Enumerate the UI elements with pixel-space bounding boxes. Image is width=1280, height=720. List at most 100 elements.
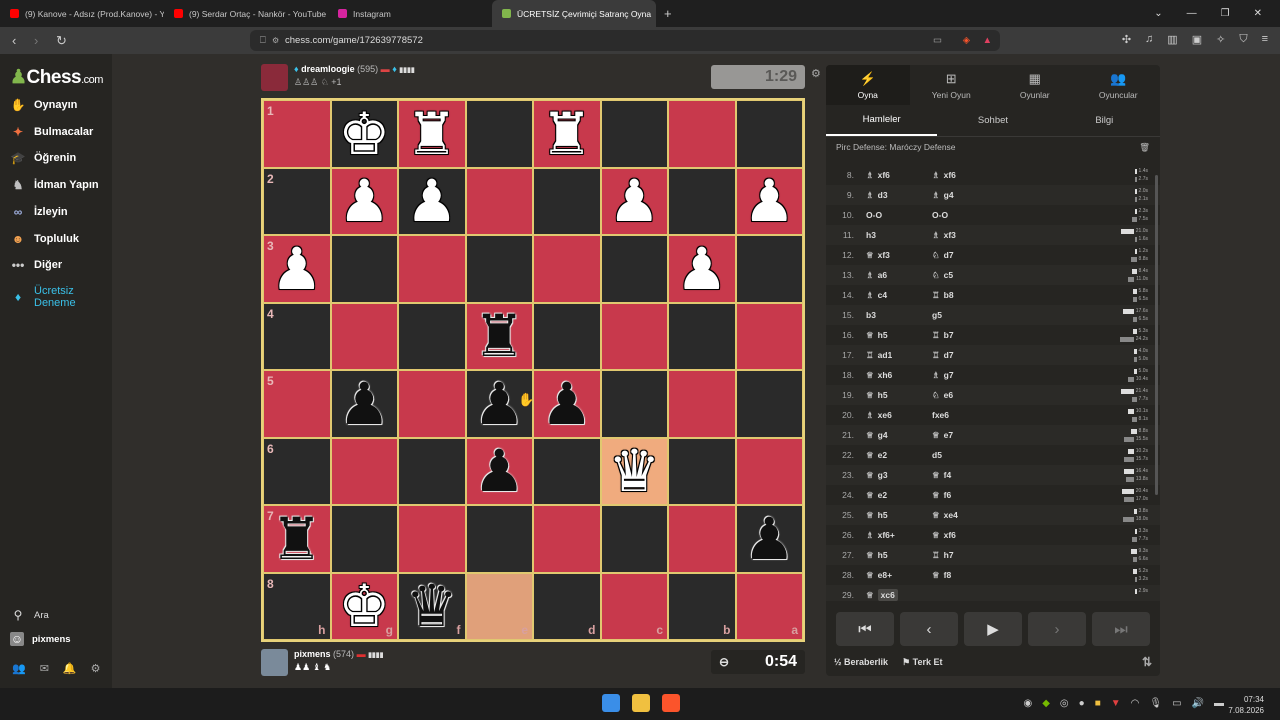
- black-move[interactable]: ♕ xf6: [928, 530, 994, 541]
- black-move[interactable]: ♖ h7: [928, 550, 994, 561]
- white-move[interactable]: ♕ h5: [862, 550, 928, 561]
- white-pawn-icon[interactable]: ♟: [676, 240, 728, 298]
- board-square[interactable]: [600, 370, 668, 438]
- board-square[interactable]: [668, 437, 736, 505]
- music-icon[interactable]: ♫: [1145, 33, 1153, 46]
- black-move[interactable]: ♕ xe4: [928, 510, 994, 521]
- board-square[interactable]: [668, 302, 736, 370]
- black-pawn-icon[interactable]: ♟: [338, 375, 390, 433]
- white-king-icon[interactable]: ♚: [338, 577, 390, 635]
- board-square[interactable]: 7 ♜: [263, 505, 331, 573]
- board-square[interactable]: [600, 100, 668, 168]
- white-move[interactable]: b3: [862, 310, 928, 320]
- white-move[interactable]: ♕ xc6: [862, 588, 928, 601]
- browser-tab[interactable]: Instagram: [328, 0, 492, 27]
- last-move-button[interactable]: ⏭: [1092, 612, 1150, 646]
- tab-search-icon[interactable]: ⌄: [1154, 8, 1162, 19]
- white-pawn-icon[interactable]: ♟: [271, 240, 323, 298]
- black-move[interactable]: d5: [928, 450, 994, 460]
- board-square[interactable]: ♟: [668, 235, 736, 303]
- brave-shield-icon[interactable]: ◈: [963, 35, 970, 46]
- board-square[interactable]: 3 ♟: [263, 235, 331, 303]
- cast-icon[interactable]: ▭: [933, 35, 942, 46]
- white-move[interactable]: ♕ e8+: [862, 570, 928, 581]
- board-square[interactable]: [330, 437, 398, 505]
- black-pawn-icon[interactable]: ♟: [473, 442, 525, 500]
- ai-icon[interactable]: ✧: [1216, 33, 1225, 46]
- panel-tab-2[interactable]: ▦ Oyunlar: [993, 65, 1077, 105]
- sidebar-item-5[interactable]: ☻ Topluluk: [10, 232, 79, 246]
- subtab-2[interactable]: Bilgi: [1049, 105, 1160, 136]
- bookmark-icon[interactable]: ⎕: [260, 35, 266, 46]
- board-square[interactable]: ♟: [533, 370, 601, 438]
- folder-tray-icon[interactable]: ■: [1095, 698, 1101, 709]
- flip-board-icon[interactable]: ⇅: [1142, 655, 1152, 669]
- white-move[interactable]: ♕ h5: [862, 330, 928, 341]
- panel-tab-1[interactable]: ⊞ Yeni Oyun: [910, 65, 994, 105]
- white-move[interactable]: ♕ xf3: [862, 250, 928, 261]
- next-move-button[interactable]: ›: [1028, 612, 1086, 646]
- white-move[interactable]: ♗ xe6: [862, 410, 928, 421]
- black-move[interactable]: ♕ e7: [928, 430, 994, 441]
- white-move[interactable]: ♕ h5: [862, 390, 928, 401]
- friends-icon[interactable]: 👥: [12, 662, 26, 675]
- nvidia-icon[interactable]: ◆: [1042, 698, 1050, 709]
- subtab-0[interactable]: Hamleler: [826, 105, 938, 136]
- play-button[interactable]: ▶: [964, 612, 1022, 646]
- sidebar-item-3[interactable]: ♞ İdman Yapın: [10, 178, 99, 192]
- board-square[interactable]: ♟: [465, 437, 533, 505]
- draw-button[interactable]: ½ Beraberlik: [834, 657, 888, 667]
- board-square[interactable]: [735, 370, 803, 438]
- white-move[interactable]: ♕ g3: [862, 470, 928, 481]
- close-window-icon[interactable]: ✕: [1254, 8, 1262, 19]
- board-square[interactable]: ♛: [600, 437, 668, 505]
- board-square[interactable]: a: [735, 572, 803, 640]
- board-square[interactable]: c: [600, 572, 668, 640]
- board-square[interactable]: [668, 167, 736, 235]
- white-move[interactable]: ♕ h5: [862, 510, 928, 521]
- black-queen-icon[interactable]: ♛: [406, 577, 458, 635]
- white-move[interactable]: ♗ d3: [862, 190, 928, 201]
- black-move[interactable]: ♗ g7: [928, 370, 994, 381]
- panel-tab-3[interactable]: 👥 Oyuncular: [1077, 65, 1161, 105]
- bottom-player-name[interactable]: pixmens: [294, 649, 331, 659]
- back-icon[interactable]: ‹: [12, 33, 22, 48]
- board-square[interactable]: [330, 302, 398, 370]
- browser-tab[interactable]: (9) Serdar Ortaç - Nankör - YouTube: [164, 0, 328, 27]
- first-move-button[interactable]: ⏮: [836, 612, 894, 646]
- sidebar-item-0[interactable]: ✋ Oynayın: [10, 98, 78, 112]
- board-square[interactable]: [735, 437, 803, 505]
- bottom-player-avatar[interactable]: [261, 649, 288, 676]
- previous-move-button[interactable]: ‹: [900, 612, 958, 646]
- board-square[interactable]: [398, 505, 466, 573]
- board-square[interactable]: g ♚: [330, 572, 398, 640]
- brave-browser-icon[interactable]: [662, 694, 680, 712]
- sidebar-item-4[interactable]: ∞ İzleyin: [10, 205, 68, 219]
- board-square[interactable]: 5: [263, 370, 331, 438]
- board-square[interactable]: [668, 370, 736, 438]
- black-move[interactable]: ♗ xf6: [928, 170, 994, 181]
- white-pawn-icon[interactable]: ♟: [338, 172, 390, 230]
- black-pawn-icon[interactable]: ♟: [743, 510, 795, 568]
- maximize-icon[interactable]: ❐: [1221, 8, 1230, 19]
- minimize-icon[interactable]: —: [1187, 8, 1197, 19]
- discord-icon[interactable]: ◎: [1060, 698, 1069, 709]
- board-square[interactable]: d: [533, 572, 601, 640]
- white-move[interactable]: ♖ ad1: [862, 350, 928, 361]
- board-square[interactable]: [398, 370, 466, 438]
- white-pawn-icon[interactable]: ♟: [406, 172, 458, 230]
- board-square[interactable]: 8h: [263, 572, 331, 640]
- board-square[interactable]: b: [668, 572, 736, 640]
- board-square[interactable]: ♜: [533, 100, 601, 168]
- panel-tab-0[interactable]: ⚡ Oyna: [826, 65, 910, 105]
- white-pawn-icon[interactable]: ♟: [608, 172, 660, 230]
- white-rook-icon[interactable]: ♜: [541, 105, 593, 163]
- white-move[interactable]: h3: [862, 230, 928, 240]
- board-square[interactable]: ♟: [735, 505, 803, 573]
- sidebar-item-7[interactable]: ♦ Ücretsiz Deneme: [10, 285, 84, 309]
- white-move[interactable]: ♕ e2: [862, 490, 928, 501]
- board-square[interactable]: [533, 302, 601, 370]
- board-square[interactable]: [600, 505, 668, 573]
- chess-board[interactable]: 1 ♚ ♜ ♜ 2 ♟ ♟ ♟ ♟ 3 ♟ ♟ 4 ♜ 5 ♟ ♟ ♟ 6 ♟ ♛ 7 ♜ ♟ 8 h g ♚ f ♛ e d c b a: [261, 98, 805, 642]
- sidebar-item-6[interactable]: ••• Diğer: [10, 258, 62, 272]
